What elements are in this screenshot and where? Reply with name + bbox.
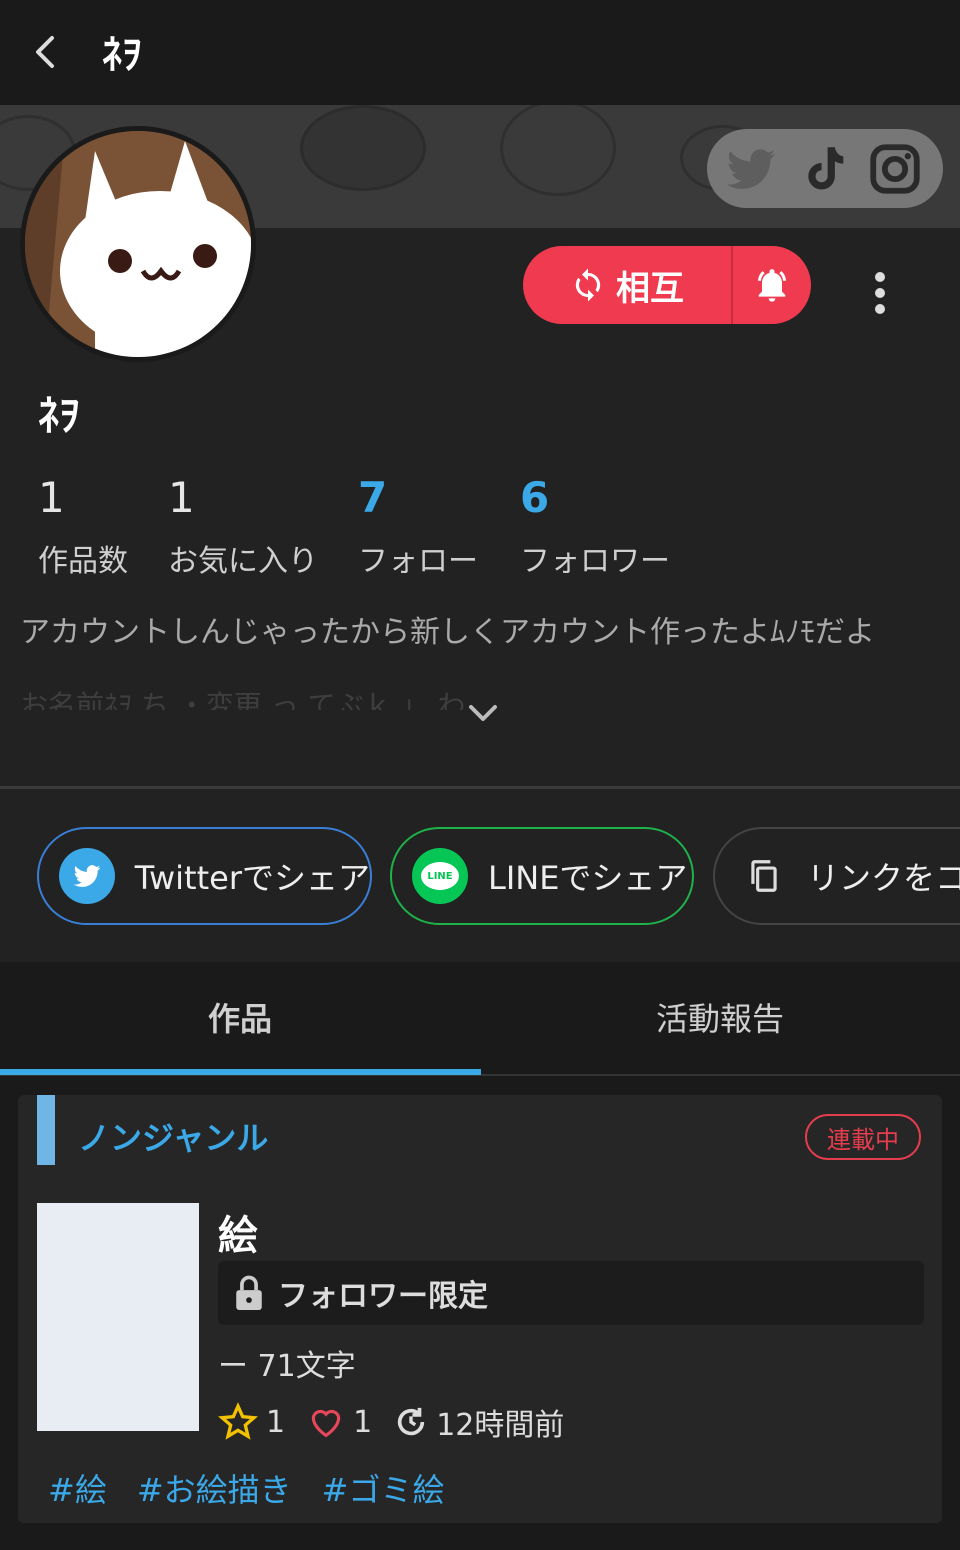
lock-icon xyxy=(236,1275,262,1310)
copy-link-button[interactable]: リンクをコピー xyxy=(713,827,960,925)
stat-following[interactable]: 7 フォロー xyxy=(358,472,478,580)
char-count: ー 71文字 xyxy=(218,1349,356,1384)
heart-icon xyxy=(311,1409,341,1438)
tag-list: #絵 #お絵描き #ゴミ絵 xyxy=(48,1465,444,1511)
page-title: ﾈｦ xyxy=(102,32,142,78)
star-count: 1 xyxy=(266,1404,286,1440)
work-title[interactable]: 絵 xyxy=(218,1203,258,1261)
copy-icon xyxy=(751,860,777,892)
heart-count: 1 xyxy=(353,1404,373,1440)
line-icon: LINE xyxy=(412,848,468,904)
tag-link[interactable]: #絵 xyxy=(48,1465,107,1511)
profile-name: ﾈｦ xyxy=(38,391,81,440)
tab-activity[interactable]: 活動報告 xyxy=(480,962,960,1072)
top-bar: ﾈｦ xyxy=(0,0,960,105)
tab-indicator xyxy=(0,1069,481,1075)
twitter-icon[interactable] xyxy=(722,140,780,198)
genre-label: ノンジャンル xyxy=(78,1119,269,1157)
share-row: Twitterでシェア LINE LINEでシェア リンクをコピー xyxy=(0,789,960,962)
tab-works[interactable]: 作品 xyxy=(0,962,480,1072)
notification-toggle[interactable] xyxy=(733,246,811,324)
share-line-button[interactable]: LINE LINEでシェア xyxy=(390,827,694,925)
update-clock-icon xyxy=(398,1407,425,1436)
chevron-down-icon[interactable] xyxy=(466,700,500,726)
twitter-icon xyxy=(59,848,115,904)
stat-followers[interactable]: 6 フォロワー xyxy=(520,472,670,580)
star-icon xyxy=(218,1402,258,1440)
work-card[interactable]: ノンジャンル 連載中 絵 フォロワー限定 ー 71文字 1 1 12時間前 #絵… xyxy=(18,1095,942,1523)
tag-link[interactable]: #ゴミ絵 xyxy=(322,1465,445,1511)
profile-bio: アカウントしんじゃったから新しくアカウント作ったよﾑﾉﾓだよ xyxy=(20,615,875,650)
bell-ringing-icon xyxy=(758,269,786,302)
stat-works: 1 作品数 xyxy=(38,473,128,579)
tiktok-icon[interactable] xyxy=(795,140,853,198)
work-metrics: 1 1 12時間前 xyxy=(218,1399,564,1445)
updated-time: 12時間前 xyxy=(436,1408,565,1443)
status-badge: 連載中 xyxy=(805,1114,921,1160)
tab-bar: 作品 活動報告 xyxy=(0,962,960,1076)
mutual-button-main[interactable]: 相互 xyxy=(523,246,731,324)
back-arrow-icon[interactable] xyxy=(30,34,60,70)
work-thumbnail[interactable] xyxy=(37,1203,199,1431)
mutual-label: 相互 xyxy=(616,268,684,309)
tag-link[interactable]: #お絵描き xyxy=(137,1465,292,1511)
share-twitter-button[interactable]: Twitterでシェア xyxy=(37,827,372,925)
stat-favorites: 1 お気に入り xyxy=(168,473,318,579)
genre-accent-bar xyxy=(37,1095,55,1165)
mutual-follow-button[interactable]: 相互 xyxy=(523,246,811,324)
instagram-icon[interactable] xyxy=(866,140,924,198)
avatar xyxy=(20,126,256,362)
more-options-icon[interactable] xyxy=(866,272,894,318)
sync-icon xyxy=(575,268,601,302)
followers-only-banner: フォロワー限定 xyxy=(218,1261,924,1325)
